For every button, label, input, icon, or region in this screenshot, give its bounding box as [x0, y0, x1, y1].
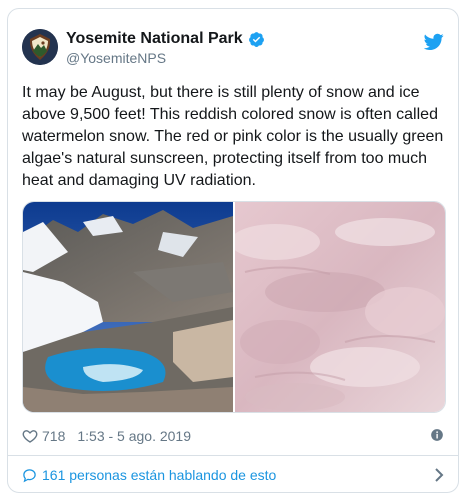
info-icon[interactable] — [430, 428, 444, 442]
author-handle[interactable]: @YosemiteNPS — [66, 50, 265, 66]
speech-bubble-icon — [22, 468, 37, 483]
tweet-media[interactable] — [22, 201, 446, 413]
conversation-text[interactable]: 161 personas están hablando de esto — [42, 467, 276, 483]
tweet-card[interactable]: Yosemite National Park @YosemiteNPS It m… — [7, 8, 459, 493]
conversation-link[interactable]: 161 personas están hablando de esto — [22, 463, 446, 487]
nps-arrowhead-logo-icon — [22, 29, 58, 65]
tweet-timestamp[interactable]: 1:53 - 5 ago. 2019 — [77, 428, 191, 444]
author-display-name[interactable]: Yosemite National Park — [66, 30, 243, 48]
like-count[interactable]: 718 — [42, 428, 65, 444]
twitter-bird-icon[interactable] — [423, 33, 444, 51]
avatar[interactable] — [22, 29, 58, 65]
verified-badge-icon — [248, 31, 265, 48]
like-heart-icon[interactable] — [22, 428, 38, 444]
divider — [8, 455, 458, 456]
pink-watermelon-snow-photo[interactable] — [235, 202, 445, 412]
mountain-lake-snow-photo[interactable] — [23, 202, 233, 412]
chevron-right-icon[interactable] — [434, 468, 444, 482]
tweet-text: It may be August, but there is still ple… — [22, 84, 444, 189]
